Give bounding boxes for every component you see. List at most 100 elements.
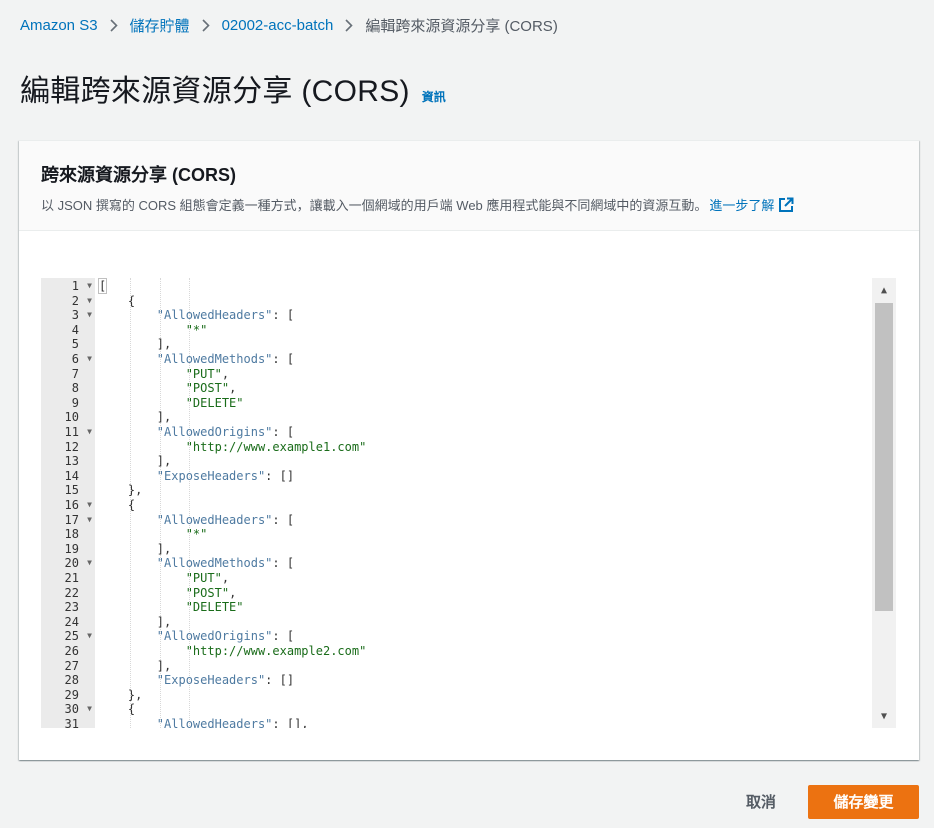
line-number: 5 [71,337,79,352]
line-number: 19 [64,541,79,556]
code-line: ], [99,410,172,425]
breadcrumb-buckets[interactable]: 儲存貯體 [130,15,190,36]
code-line: { [99,293,136,308]
code-line: "*" [185,527,208,542]
scroll-down-icon[interactable]: ▼ [872,706,896,726]
code-line: "AllowedHeaders": [], [156,717,309,728]
editor-scrollbar[interactable]: ▲ ▼ [872,278,896,728]
line-number: 26 [64,644,79,658]
code-line: "ExposeHeaders": [] [156,673,295,688]
code-line: "ExposeHeaders": [] [156,468,295,483]
breadcrumb-amazon-s3[interactable]: Amazon S3 [20,17,98,34]
scrollbar-thumb[interactable] [875,303,893,611]
fold-arrow-icon[interactable]: ▼ [87,352,92,367]
line-number: 18 [64,527,79,542]
line-number: 15 [64,483,79,498]
editor-code-area[interactable]: [ { "AllowedHeaders": [ "*" ], "AllowedM… [95,278,872,728]
code-line: "AllowedOrigins": [ [156,629,295,644]
indent-guide [189,278,190,728]
code-line: "POST", [185,585,237,600]
cors-panel: 跨來源資源分享 (CORS) 以 JSON 撰寫的 CORS 組態會定義一種方式… [19,140,919,760]
page-header: 編輯跨來源資源分享 (CORS) 資訊 [20,66,446,108]
panel-description-text: 以 JSON 撰寫的 CORS 組態會定義一種方式，讓載入一個網域的用戶端 We… [41,198,708,213]
chevron-right-icon [109,18,118,32]
breadcrumb-bucket-name[interactable]: 02002-acc-batch [222,17,334,34]
line-number: 14 [64,468,79,483]
fold-arrow-icon[interactable]: ▼ [87,556,92,571]
external-link-icon [779,197,794,212]
line-number: 2 ▼ [71,293,92,309]
line-number: 17 ▼ [64,512,92,528]
line-number: 11 ▼ [64,425,92,440]
line-number: 13 [64,454,79,469]
line-number: 10 [64,410,79,425]
code-line: "DELETE" [185,395,244,410]
code-line: ], [99,541,172,556]
panel-title: 跨來源資源分享 (CORS) [41,165,236,185]
code-line: { [99,702,136,717]
fold-arrow-icon[interactable]: ▼ [87,294,92,309]
chevron-right-icon [345,18,353,32]
line-number: 21 [64,571,79,585]
learn-more-link[interactable]: 進一步了解 [709,195,794,214]
line-number: 16 ▼ [64,498,92,513]
code-line: ], [99,337,172,352]
line-number: 25 ▼ [64,629,92,644]
code-line: "AllowedHeaders": [ [156,308,295,323]
line-number: 4 [71,322,79,337]
code-line: ], [99,614,172,629]
code-line: ], [99,454,172,469]
line-number: 27 [64,658,79,673]
info-link[interactable]: 資訊 [422,88,446,105]
save-changes-button[interactable]: 儲存變更 [808,784,919,819]
code-line: { [99,498,136,512]
breadcrumb: Amazon S3 儲存貯體 02002-acc-batch 編輯跨來源資源分享… [20,14,558,36]
fold-arrow-icon[interactable]: ▼ [87,629,92,644]
cors-json-editor[interactable]: 1 ▼ 2 ▼ 3 ▼ 4 5 6 ▼ 7 8 9 10 11 ▼ 12 13 14 15 16 ▼ 17 ▼ 18 19 20 ▼ 2… [41,278,896,728]
line-number: 6 ▼ [71,352,92,367]
cancel-button[interactable]: 取消 [726,783,796,820]
breadcrumb-current: 編輯跨來源資源分享 (CORS) [365,17,558,35]
fold-arrow-icon[interactable]: ▼ [87,308,92,323]
page-title: 編輯跨來源資源分享 (CORS) [20,75,410,108]
code-line: "http://www.example2.com" [185,644,367,658]
code-line: }, [99,687,143,702]
learn-more-label: 進一步了解 [709,198,775,213]
line-number: 28 [64,673,79,688]
code-line: "DELETE" [185,600,244,615]
panel-description: 以 JSON 撰寫的 CORS 組態會定義一種方式，讓載入一個網域的用戶端 We… [41,195,897,214]
scroll-up-icon[interactable]: ▲ [872,280,896,300]
code-line: [ [97,278,108,294]
code-line: "AllowedMethods": [ [156,352,295,366]
fold-arrow-icon[interactable]: ▼ [87,513,92,528]
line-number: 1 ▼ [71,279,92,294]
code-line: "AllowedOrigins": [ [156,425,295,439]
line-number: 12 [64,439,79,454]
line-number: 8 [71,381,79,396]
line-number: 24 [64,614,79,629]
fold-arrow-icon[interactable]: ▼ [87,498,92,513]
code-line: "*" [185,322,208,337]
code-line: }, [99,483,143,498]
line-number: 23 [64,600,79,615]
line-number: 20 ▼ [64,556,92,571]
code-line: "AllowedMethods": [ [156,556,295,571]
editor-gutter: 1 ▼ 2 ▼ 3 ▼ 4 5 6 ▼ 7 8 9 10 11 ▼ 12 13 14 15 16 ▼ 17 ▼ 18 19 20 ▼ 2… [41,278,95,728]
code-line: "http://www.example1.com" [185,439,367,454]
line-number: 30 ▼ [64,702,92,717]
panel-header: 跨來源資源分享 (CORS) 以 JSON 撰寫的 CORS 組態會定義一種方式… [19,141,919,231]
line-number: 31 [64,717,79,728]
line-number: 22 [64,585,79,600]
line-number: 29 [64,687,79,702]
line-number: 3 ▼ [71,308,92,323]
code-line: "PUT", [185,571,230,585]
fold-arrow-icon[interactable]: ▼ [87,702,92,717]
chevron-right-icon [201,18,210,32]
code-line: "AllowedHeaders": [ [156,512,295,527]
code-line: ], [99,658,172,673]
line-number: 7 [71,366,79,381]
code-line: "POST", [185,381,237,396]
fold-arrow-icon[interactable]: ▼ [87,425,92,440]
code-line: "PUT", [185,366,230,381]
fold-arrow-icon[interactable]: ▼ [87,279,92,294]
